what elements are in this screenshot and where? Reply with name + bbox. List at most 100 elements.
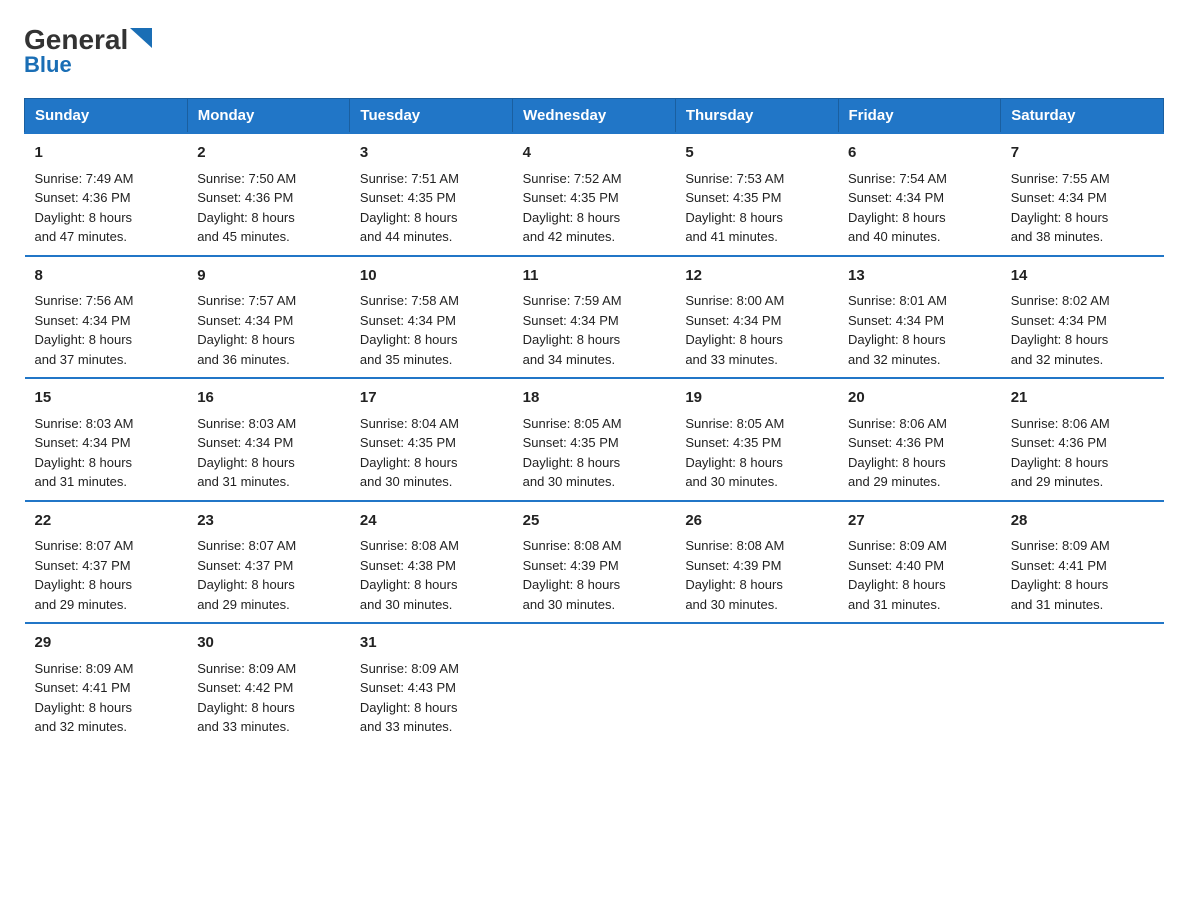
weekday-header-monday: Monday — [187, 99, 350, 134]
day-number: 10 — [360, 265, 503, 288]
day-cell: 21 Sunrise: 8:06 AMSunset: 4:36 PMDayligh… — [1001, 378, 1164, 501]
weekday-header-saturday: Saturday — [1001, 99, 1164, 134]
logo-triangle-icon — [130, 28, 152, 48]
day-number: 16 — [197, 387, 340, 410]
logo-blue-text: Blue — [24, 52, 72, 78]
day-number: 5 — [685, 142, 828, 165]
day-cell: 30 Sunrise: 8:09 AMSunset: 4:42 PMDayligh… — [187, 623, 350, 745]
day-number: 26 — [685, 510, 828, 533]
day-cell: 28 Sunrise: 8:09 AMSunset: 4:41 PMDayligh… — [1001, 501, 1164, 624]
day-number: 4 — [523, 142, 666, 165]
day-number: 18 — [523, 387, 666, 410]
day-number: 9 — [197, 265, 340, 288]
day-info: Sunrise: 8:08 AMSunset: 4:39 PMDaylight:… — [685, 538, 784, 612]
day-info: Sunrise: 8:03 AMSunset: 4:34 PMDaylight:… — [35, 416, 134, 490]
day-cell: 24 Sunrise: 8:08 AMSunset: 4:38 PMDayligh… — [350, 501, 513, 624]
day-cell: 1Sunrise: 7:49 AMSunset: 4:36 PMDaylight… — [25, 133, 188, 256]
day-cell — [838, 623, 1001, 745]
day-info: Sunrise: 8:04 AMSunset: 4:35 PMDaylight:… — [360, 416, 459, 490]
day-cell: 6 Sunrise: 7:54 AMSunset: 4:34 PMDaylight… — [838, 133, 1001, 256]
day-info: Sunrise: 8:05 AMSunset: 4:35 PMDaylight:… — [523, 416, 622, 490]
day-cell: 4 Sunrise: 7:52 AMSunset: 4:35 PMDaylight… — [513, 133, 676, 256]
day-info: Sunrise: 8:01 AMSunset: 4:34 PMDaylight:… — [848, 293, 947, 367]
day-number: 6 — [848, 142, 991, 165]
weekday-header-tuesday: Tuesday — [350, 99, 513, 134]
weekday-header-row: SundayMondayTuesdayWednesdayThursdayFrid… — [25, 99, 1164, 134]
day-cell: 11Sunrise: 7:59 AMSunset: 4:34 PMDayligh… — [513, 256, 676, 379]
day-info: Sunrise: 8:09 AMSunset: 4:43 PMDaylight:… — [360, 661, 459, 735]
day-number: 11 — [523, 265, 666, 288]
day-info: Sunrise: 7:50 AMSunset: 4:36 PMDaylight:… — [197, 171, 296, 245]
day-cell: 3 Sunrise: 7:51 AMSunset: 4:35 PMDaylight… — [350, 133, 513, 256]
day-number: 30 — [197, 632, 340, 655]
day-info: Sunrise: 8:07 AMSunset: 4:37 PMDaylight:… — [35, 538, 134, 612]
day-info: Sunrise: 7:58 AMSunset: 4:34 PMDaylight:… — [360, 293, 459, 367]
day-number: 2 — [197, 142, 340, 165]
day-cell: 29 Sunrise: 8:09 AMSunset: 4:41 PMDayligh… — [25, 623, 188, 745]
day-number: 21 — [1011, 387, 1154, 410]
day-info: Sunrise: 8:07 AMSunset: 4:37 PMDaylight:… — [197, 538, 296, 612]
day-info: Sunrise: 8:06 AMSunset: 4:36 PMDaylight:… — [1011, 416, 1110, 490]
day-info: Sunrise: 7:53 AMSunset: 4:35 PMDaylight:… — [685, 171, 784, 245]
week-row-5: 29 Sunrise: 8:09 AMSunset: 4:41 PMDayligh… — [25, 623, 1164, 745]
day-number: 8 — [35, 265, 178, 288]
day-cell: 7 Sunrise: 7:55 AMSunset: 4:34 PMDaylight… — [1001, 133, 1164, 256]
day-cell: 2 Sunrise: 7:50 AMSunset: 4:36 PMDaylight… — [187, 133, 350, 256]
day-number: 20 — [848, 387, 991, 410]
day-cell — [513, 623, 676, 745]
day-info: Sunrise: 8:09 AMSunset: 4:41 PMDaylight:… — [35, 661, 134, 735]
day-cell: 13 Sunrise: 8:01 AMSunset: 4:34 PMDayligh… — [838, 256, 1001, 379]
day-info: Sunrise: 7:54 AMSunset: 4:34 PMDaylight:… — [848, 171, 947, 245]
day-info: Sunrise: 8:02 AMSunset: 4:34 PMDaylight:… — [1011, 293, 1110, 367]
day-info: Sunrise: 7:57 AMSunset: 4:34 PMDaylight:… — [197, 293, 296, 367]
day-cell: 18 Sunrise: 8:05 AMSunset: 4:35 PMDayligh… — [513, 378, 676, 501]
logo: General Blue — [24, 24, 152, 78]
day-number: 13 — [848, 265, 991, 288]
day-cell: 9 Sunrise: 7:57 AMSunset: 4:34 PMDaylight… — [187, 256, 350, 379]
day-number: 14 — [1011, 265, 1154, 288]
day-cell: 14 Sunrise: 8:02 AMSunset: 4:34 PMDayligh… — [1001, 256, 1164, 379]
day-info: Sunrise: 8:09 AMSunset: 4:42 PMDaylight:… — [197, 661, 296, 735]
day-cell: 17Sunrise: 8:04 AMSunset: 4:35 PMDayligh… — [350, 378, 513, 501]
day-number: 3 — [360, 142, 503, 165]
day-cell: 23 Sunrise: 8:07 AMSunset: 4:37 PMDayligh… — [187, 501, 350, 624]
day-info: Sunrise: 7:55 AMSunset: 4:34 PMDaylight:… — [1011, 171, 1110, 245]
day-cell: 15Sunrise: 8:03 AMSunset: 4:34 PMDayligh… — [25, 378, 188, 501]
day-info: Sunrise: 7:52 AMSunset: 4:35 PMDaylight:… — [523, 171, 622, 245]
day-info: Sunrise: 7:51 AMSunset: 4:35 PMDaylight:… — [360, 171, 459, 245]
day-info: Sunrise: 8:00 AMSunset: 4:34 PMDaylight:… — [685, 293, 784, 367]
day-cell: 8 Sunrise: 7:56 AMSunset: 4:34 PMDaylight… — [25, 256, 188, 379]
day-number: 12 — [685, 265, 828, 288]
day-info: Sunrise: 8:09 AMSunset: 4:41 PMDaylight:… — [1011, 538, 1110, 612]
header: General Blue — [24, 24, 1164, 78]
day-cell: 27Sunrise: 8:09 AMSunset: 4:40 PMDayligh… — [838, 501, 1001, 624]
week-row-4: 22Sunrise: 8:07 AMSunset: 4:37 PMDayligh… — [25, 501, 1164, 624]
week-row-3: 15Sunrise: 8:03 AMSunset: 4:34 PMDayligh… — [25, 378, 1164, 501]
day-number: 23 — [197, 510, 340, 533]
day-cell: 22Sunrise: 8:07 AMSunset: 4:37 PMDayligh… — [25, 501, 188, 624]
day-number: 7 — [1011, 142, 1154, 165]
day-cell: 19Sunrise: 8:05 AMSunset: 4:35 PMDayligh… — [675, 378, 838, 501]
day-number: 31 — [360, 632, 503, 655]
day-number: 24 — [360, 510, 503, 533]
weekday-header-thursday: Thursday — [675, 99, 838, 134]
day-info: Sunrise: 8:09 AMSunset: 4:40 PMDaylight:… — [848, 538, 947, 612]
week-row-1: 1Sunrise: 7:49 AMSunset: 4:36 PMDaylight… — [25, 133, 1164, 256]
day-number: 25 — [523, 510, 666, 533]
day-info: Sunrise: 7:56 AMSunset: 4:34 PMDaylight:… — [35, 293, 134, 367]
day-cell: 31 Sunrise: 8:09 AMSunset: 4:43 PMDayligh… — [350, 623, 513, 745]
day-number: 29 — [35, 632, 178, 655]
weekday-header-friday: Friday — [838, 99, 1001, 134]
day-number: 28 — [1011, 510, 1154, 533]
weekday-header-sunday: Sunday — [25, 99, 188, 134]
day-info: Sunrise: 8:08 AMSunset: 4:38 PMDaylight:… — [360, 538, 459, 612]
day-cell: 25 Sunrise: 8:08 AMSunset: 4:39 PMDayligh… — [513, 501, 676, 624]
day-cell: 10 Sunrise: 7:58 AMSunset: 4:34 PMDayligh… — [350, 256, 513, 379]
day-info: Sunrise: 8:08 AMSunset: 4:39 PMDaylight:… — [523, 538, 622, 612]
day-info: Sunrise: 7:49 AMSunset: 4:36 PMDaylight:… — [35, 171, 134, 245]
day-cell — [675, 623, 838, 745]
day-cell: 20 Sunrise: 8:06 AMSunset: 4:36 PMDayligh… — [838, 378, 1001, 501]
day-cell: 5 Sunrise: 7:53 AMSunset: 4:35 PMDaylight… — [675, 133, 838, 256]
day-number: 19 — [685, 387, 828, 410]
day-info: Sunrise: 8:06 AMSunset: 4:36 PMDaylight:… — [848, 416, 947, 490]
